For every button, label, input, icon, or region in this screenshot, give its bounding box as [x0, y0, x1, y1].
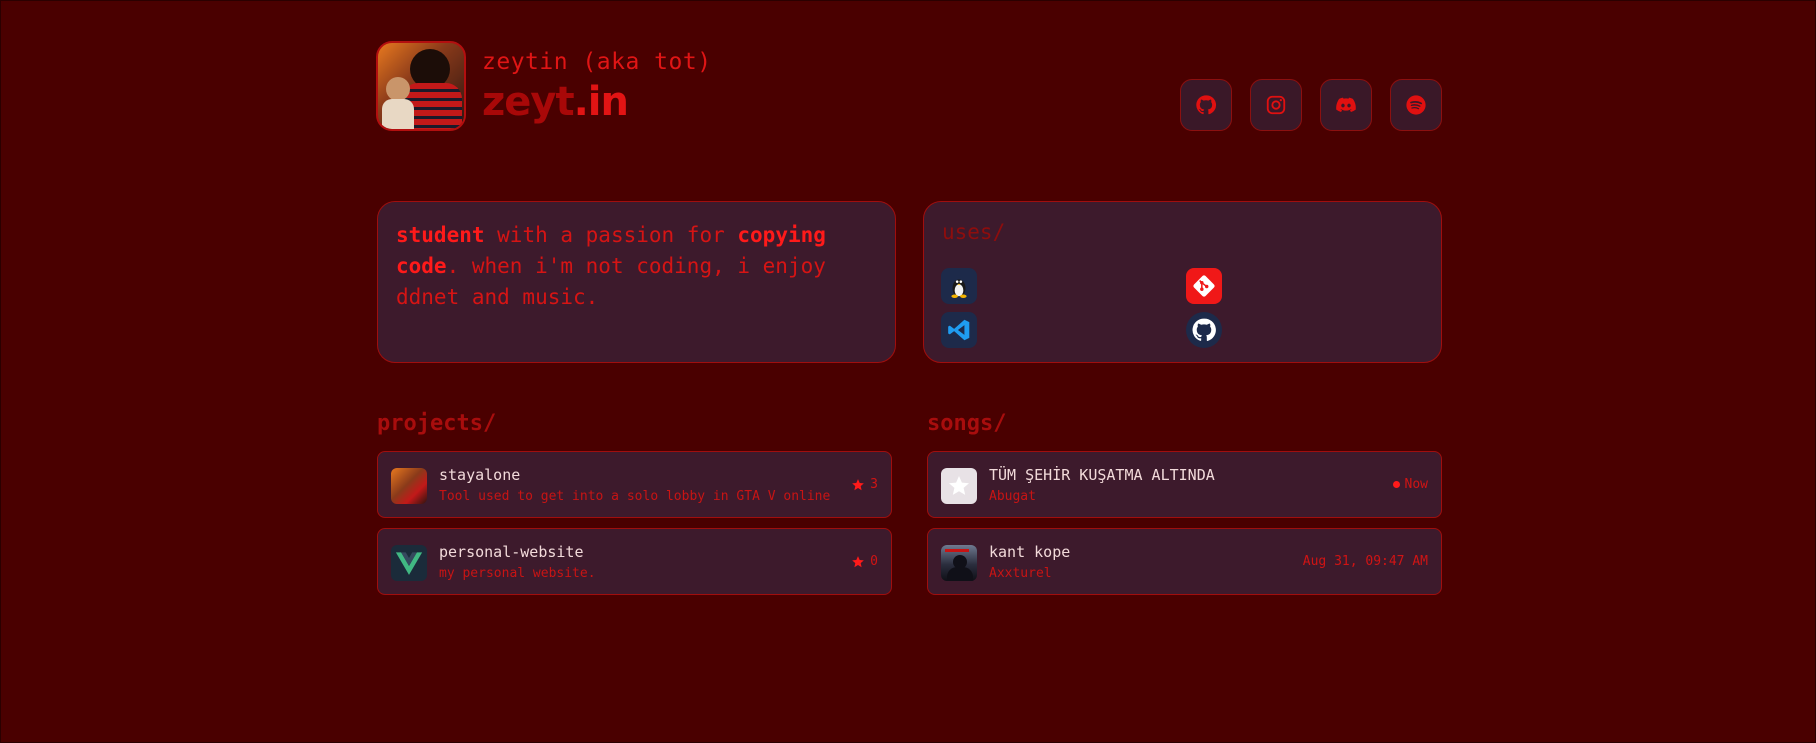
song-time: Aug 31, 09:47 AM — [1302, 554, 1428, 569]
project-row[interactable]: stayalone Tool used to get into a solo l… — [377, 451, 892, 518]
instagram-icon — [1266, 95, 1286, 115]
spotify-icon — [1406, 95, 1426, 115]
album-art — [941, 468, 977, 504]
song-artist: Axxturel — [989, 566, 1052, 581]
star-icon — [851, 478, 865, 492]
social-links — [1180, 79, 1442, 131]
linux-icon — [951, 279, 967, 299]
uses-title: uses/ — [942, 220, 1006, 244]
vscode-icon — [948, 319, 970, 341]
tool-linux — [941, 268, 977, 304]
vue-icon — [395, 552, 423, 575]
domain-main: zeyt — [482, 79, 575, 125]
song-row[interactable]: TÜM ŞEHİR KUŞATMA ALTINDA Abugat Now — [927, 451, 1442, 518]
tool-vscode — [941, 312, 977, 348]
project-name: personal-website — [439, 543, 584, 561]
project-description: my personal website. — [439, 566, 596, 581]
spotify-link[interactable] — [1390, 79, 1442, 131]
album-art — [941, 545, 977, 581]
site-domain[interactable]: zeyt.in — [482, 79, 629, 125]
header: zeytin (aka tot) zeyt.in — [376, 41, 1442, 135]
git-icon — [1193, 275, 1215, 297]
star-icon — [851, 555, 865, 569]
star-placeholder-icon — [949, 476, 969, 495]
song-time: Now — [1404, 477, 1428, 492]
tool-git — [1186, 268, 1222, 304]
song-played-at: Aug 31, 09:47 AM — [1303, 554, 1428, 569]
bio-text-part2: . when i'm not coding, i enjoy ddnet and… — [396, 254, 826, 309]
project-row[interactable]: personal-website my personal website. 0 — [377, 528, 892, 595]
github-icon — [1192, 318, 1216, 341]
song-row[interactable]: kant kope Axxturel Aug 31, 09:47 AM — [927, 528, 1442, 595]
project-thumbnail — [391, 545, 427, 581]
song-artist: Abugat — [989, 489, 1036, 504]
discord-link[interactable] — [1320, 79, 1372, 131]
bio-text: student with a passion for copying code.… — [396, 220, 877, 313]
tool-github — [1186, 312, 1222, 348]
song-playing-status: Now — [1392, 477, 1428, 492]
instagram-link[interactable] — [1250, 79, 1302, 131]
discord-icon — [1336, 97, 1356, 112]
project-stars: 3 — [851, 477, 878, 492]
domain-tld: .in — [573, 79, 629, 125]
profile-subname: zeytin (aka tot) — [482, 49, 712, 75]
song-title: TÜM ŞEHİR KUŞATMA ALTINDA — [989, 466, 1215, 484]
live-dot-icon — [1392, 481, 1400, 488]
github-link[interactable] — [1180, 79, 1232, 131]
star-count: 3 — [870, 477, 878, 492]
bio-card: student with a passion for copying code.… — [377, 201, 896, 363]
song-title: kant kope — [989, 543, 1071, 561]
bio-strong-student: student — [396, 223, 485, 247]
songs-title: songs/ — [927, 411, 1007, 436]
page: zeytin (aka tot) zeyt.in student with a … — [0, 0, 1816, 743]
github-icon — [1196, 95, 1217, 115]
project-stars: 0 — [851, 554, 878, 569]
projects-title: projects/ — [377, 411, 497, 436]
star-count: 0 — [870, 554, 878, 569]
project-description: Tool used to get into a solo lobby in GT… — [439, 489, 831, 504]
bio-text-part1: with a passion for — [484, 223, 738, 247]
avatar — [376, 41, 466, 131]
project-thumbnail — [391, 468, 427, 504]
uses-card: uses/ — [923, 201, 1442, 363]
project-name: stayalone — [439, 466, 521, 484]
